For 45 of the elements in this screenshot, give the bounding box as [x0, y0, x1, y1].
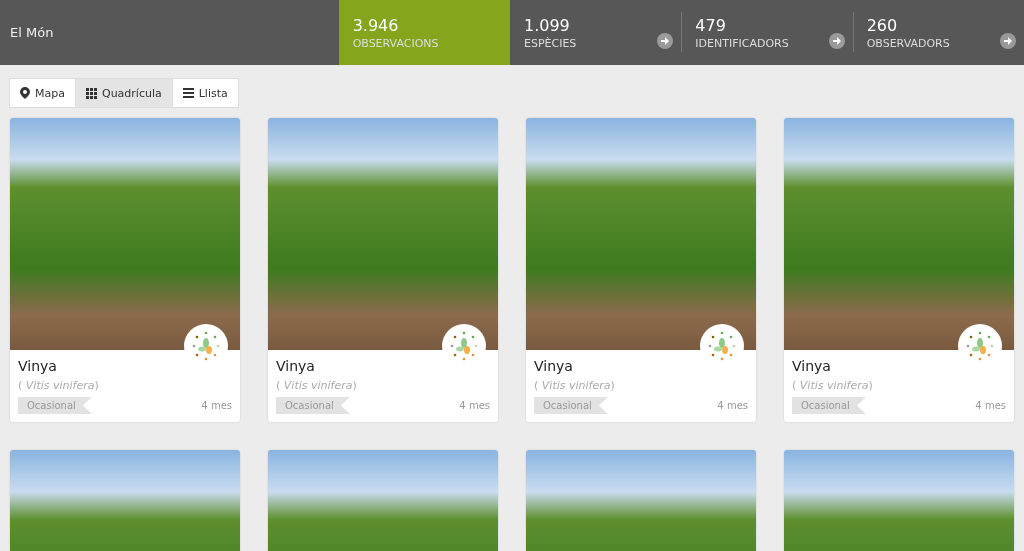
age-text: 4 mes: [717, 400, 748, 411]
scientific-name: ( Vitis vinifera): [534, 379, 616, 392]
scientific-name: ( Vitis vinifera): [18, 379, 100, 392]
sprout-logo-icon: [449, 331, 479, 361]
species-name: Vinya: [792, 358, 832, 374]
arrow-right-icon[interactable]: [657, 32, 674, 49]
stat-label: IDENTIFICADORS: [695, 36, 790, 50]
age-text: 4 mes: [201, 400, 232, 411]
age-text: 4 mes: [459, 400, 490, 411]
stat-label: OBSERVADORS: [866, 36, 951, 50]
observation-card[interactable]: Vinya ( Vitis vinifera) Ocasional 4 mes: [268, 118, 498, 422]
species-name: Vinya: [18, 358, 58, 374]
grid-icon: [85, 87, 97, 99]
stat-count: 3.946: [352, 15, 400, 35]
observation-card[interactable]: Vinya ( Vitis vinifera) Ocasional 4 mes: [10, 118, 240, 422]
sprout-logo-icon: [707, 331, 737, 361]
species-name: Vinya: [276, 358, 316, 374]
map-pin-icon: [20, 87, 30, 99]
stat-tab[interactable]: 260 OBSERVADORS: [852, 0, 1024, 65]
place-name: El Món: [9, 24, 55, 42]
list-icon: [182, 88, 194, 98]
scientific-name: ( Vitis vinifera): [276, 379, 358, 392]
stat-tab[interactable]: 479 IDENTIFICADORS: [681, 0, 853, 65]
stat-count: 479: [695, 15, 727, 35]
view-tab[interactable]: Mapa: [9, 78, 76, 108]
stat-count: 1.099: [523, 15, 571, 35]
species-name: Vinya: [534, 358, 574, 374]
stat-count: 260: [866, 15, 899, 35]
stat-label: ESPÈCIES: [523, 36, 578, 50]
arrow-right-icon[interactable]: [1000, 32, 1016, 49]
arrow-right-icon[interactable]: [828, 32, 845, 49]
frequency-tag: Ocasional: [18, 397, 92, 414]
frequency-tag: Ocasional: [792, 397, 866, 414]
age-text: 4 mes: [975, 400, 1006, 411]
sprout-logo-icon: [191, 331, 221, 361]
view-tab[interactable]: Quadrícula: [74, 78, 173, 108]
frequency-tag: Ocasional: [534, 397, 608, 414]
observation-card[interactable]: Vinya ( Vitis vinifera) Ocasional 4 mes: [784, 118, 1014, 422]
frequency-tag: Ocasional: [276, 397, 350, 414]
scientific-name: ( Vitis vinifera): [792, 379, 874, 392]
sprout-logo-icon: [965, 331, 995, 361]
observation-card[interactable]: Vinya ( Vitis vinifera) Ocasional 4 mes: [526, 118, 756, 422]
stat-label: OBSERVACIONS: [352, 36, 440, 50]
view-tab[interactable]: Llista: [171, 78, 239, 108]
stat-tab[interactable]: 1.099 ESPÈCIES: [509, 0, 682, 65]
